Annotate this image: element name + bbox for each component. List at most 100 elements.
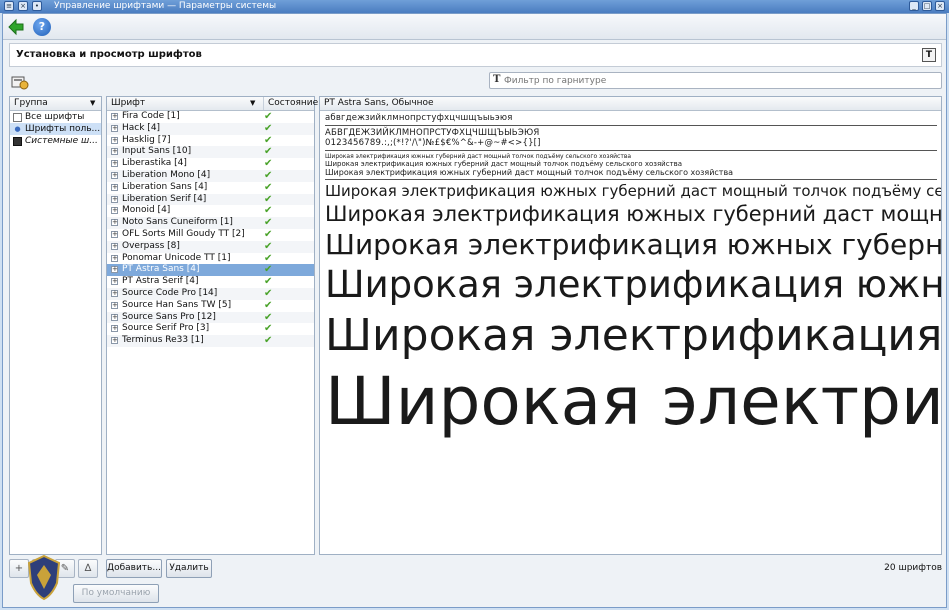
enabled-check-icon[interactable]: ✔ [264, 323, 272, 335]
font-row[interactable]: + Noto Sans Cuneiform [1] ✔ [107, 217, 314, 229]
chevron-down-icon[interactable]: ▼ [250, 97, 255, 110]
preview-title: PT Astra Sans, Обычное [320, 97, 941, 111]
font-row[interactable]: + Source Serif Pro [3] ✔ [107, 323, 314, 335]
group-item-user[interactable]: ● Шрифты поль... [10, 123, 101, 135]
enabled-check-icon[interactable]: ✔ [264, 253, 272, 265]
font-list: + Fira Code [1] ✔ + Hack [4] ✔ + Hasklig [7] ✔ + I… [107, 111, 314, 347]
expand-icon[interactable]: + [111, 171, 118, 179]
install-font-icon[interactable] [11, 74, 29, 90]
enabled-check-icon[interactable]: ✔ [264, 335, 272, 347]
preview-sample-large: Широкая электрификация южных губерний да… [325, 363, 942, 440]
filter-search[interactable]: T [489, 72, 942, 89]
close-icon[interactable]: × [18, 1, 28, 11]
font-row[interactable]: + Source Sans Pro [12] ✔ [107, 311, 314, 324]
pin-icon[interactable]: • [32, 1, 42, 11]
font-row[interactable]: + OFL Sorts Mill Goudy TT [2] ✔ [107, 229, 314, 241]
font-row[interactable]: + Monoid [4] ✔ [107, 205, 314, 217]
group-item-system[interactable]: Системные ш... [10, 135, 101, 147]
fonts-column-header[interactable]: Шрифт ▼ Состояние [107, 97, 318, 111]
minimize-icon[interactable]: _ [909, 1, 919, 11]
font-row[interactable]: + Terminus Re33 [1] ✔ [107, 335, 314, 347]
back-arrow-icon[interactable] [7, 18, 25, 36]
enabled-check-icon[interactable]: ✔ [264, 241, 272, 253]
font-type-icon[interactable]: T [922, 48, 936, 62]
font-row[interactable]: + Liberation Sans [4] ✔ [107, 182, 314, 194]
expand-icon[interactable]: + [111, 160, 118, 168]
window-close-icon[interactable]: × [935, 1, 945, 11]
preview-sample-large: Широкая электрификация южных губерний да… [325, 263, 941, 306]
enabled-check-icon[interactable]: ✔ [264, 288, 272, 300]
expand-icon[interactable]: + [111, 301, 118, 309]
filter-input[interactable] [504, 74, 934, 87]
expand-icon[interactable]: + [111, 148, 118, 156]
enabled-check-icon[interactable]: ✔ [264, 146, 272, 158]
expand-icon[interactable]: + [111, 183, 118, 191]
add-button[interactable]: Добавить... [106, 559, 162, 578]
font-row[interactable]: + Overpass [8] ✔ [107, 240, 314, 253]
enabled-check-icon[interactable]: ✔ [264, 205, 272, 217]
enabled-check-icon[interactable]: ✔ [264, 170, 272, 182]
expand-icon[interactable]: + [111, 266, 118, 274]
group-item-all[interactable]: Все шрифты [10, 111, 101, 123]
expand-icon[interactable]: + [111, 195, 118, 203]
expand-icon[interactable]: + [111, 278, 118, 286]
fonts-panel: Шрифт ▼ Состояние + Fira Code [1] ✔ + Hack [… [106, 96, 318, 555]
divider [325, 125, 937, 126]
font-row[interactable]: + Liberation Serif [4] ✔ [107, 193, 314, 206]
preview-sample-large: Широкая электрификация южных губерний да… [325, 182, 942, 200]
expand-icon[interactable]: + [111, 289, 118, 297]
expand-icon[interactable]: + [111, 325, 118, 333]
help-icon[interactable]: ? [33, 18, 51, 36]
font-row[interactable]: + Liberastika [4] ✔ [107, 158, 314, 170]
font-name: Source Sans Pro [12] [122, 311, 216, 322]
font-row[interactable]: + Ponomar Unicode TT [1] ✔ [107, 253, 314, 265]
font-name: Liberation Serif [4] [122, 193, 207, 204]
enabled-check-icon[interactable]: ✔ [264, 111, 272, 123]
window-menu-icon[interactable]: ≡ [4, 1, 14, 11]
expand-icon[interactable]: + [111, 219, 118, 227]
font-row[interactable]: + Hack [4] ✔ [107, 122, 314, 135]
divider [325, 150, 937, 151]
expand-icon[interactable]: + [111, 337, 118, 345]
font-row[interactable]: + PT Astra Sans [4] ✔ [107, 264, 314, 277]
font-row[interactable]: + Hasklig [7] ✔ [107, 135, 314, 147]
user-icon: ● [14, 124, 21, 133]
enabled-check-icon[interactable]: ✔ [264, 264, 272, 276]
preview-lowercase: абвгдежзийклмнопрстуфхцчшщъыьэюя [325, 113, 513, 123]
font-row[interactable]: + PT Astra Serif [4] ✔ [107, 276, 314, 288]
state-column-header[interactable]: Состояние [263, 97, 318, 110]
expand-icon[interactable]: + [111, 124, 118, 132]
enabled-check-icon[interactable]: ✔ [264, 229, 272, 241]
enabled-check-icon[interactable]: ✔ [264, 182, 272, 194]
font-row[interactable]: + Input Sans [10] ✔ [107, 146, 314, 159]
expand-icon[interactable]: + [111, 242, 118, 250]
clear-icon[interactable]: ∆ [78, 559, 98, 578]
default-button[interactable]: По умолчанию [73, 584, 159, 603]
enabled-check-icon[interactable]: ✔ [264, 300, 272, 312]
expand-icon[interactable]: + [111, 254, 118, 262]
enabled-check-icon[interactable]: ✔ [264, 312, 272, 324]
font-row[interactable]: + Source Code Pro [14] ✔ [107, 287, 314, 300]
font-row[interactable]: + Fira Code [1] ✔ [107, 111, 314, 123]
enabled-check-icon[interactable]: ✔ [264, 217, 272, 229]
enabled-check-icon[interactable]: ✔ [264, 194, 272, 206]
delete-button[interactable]: Удалить [166, 559, 212, 578]
expand-icon[interactable]: + [111, 113, 118, 120]
toolbar: ? [3, 14, 946, 40]
chevron-down-icon[interactable]: ▼ [90, 97, 95, 110]
expand-icon[interactable]: + [111, 207, 118, 215]
enabled-check-icon[interactable]: ✔ [264, 135, 272, 147]
font-row[interactable]: + Source Han Sans TW [5] ✔ [107, 300, 314, 312]
groups-column-header[interactable]: Группа ▼ [10, 97, 101, 111]
expand-icon[interactable]: + [111, 136, 118, 144]
font-row[interactable]: + Liberation Mono [4] ✔ [107, 169, 314, 182]
preview-sample-small: Широкая электрификация южных губерний да… [325, 153, 632, 160]
maximize-icon[interactable]: □ [922, 1, 932, 11]
enabled-check-icon[interactable]: ✔ [264, 276, 272, 288]
enabled-check-icon[interactable]: ✔ [264, 158, 272, 170]
expand-icon[interactable]: + [111, 313, 118, 321]
main-window: ? Установка и просмотр шрифтов T T Групп… [2, 13, 947, 608]
font-name: Liberation Sans [4] [122, 181, 208, 192]
expand-icon[interactable]: + [111, 230, 118, 238]
enabled-check-icon[interactable]: ✔ [264, 123, 272, 135]
